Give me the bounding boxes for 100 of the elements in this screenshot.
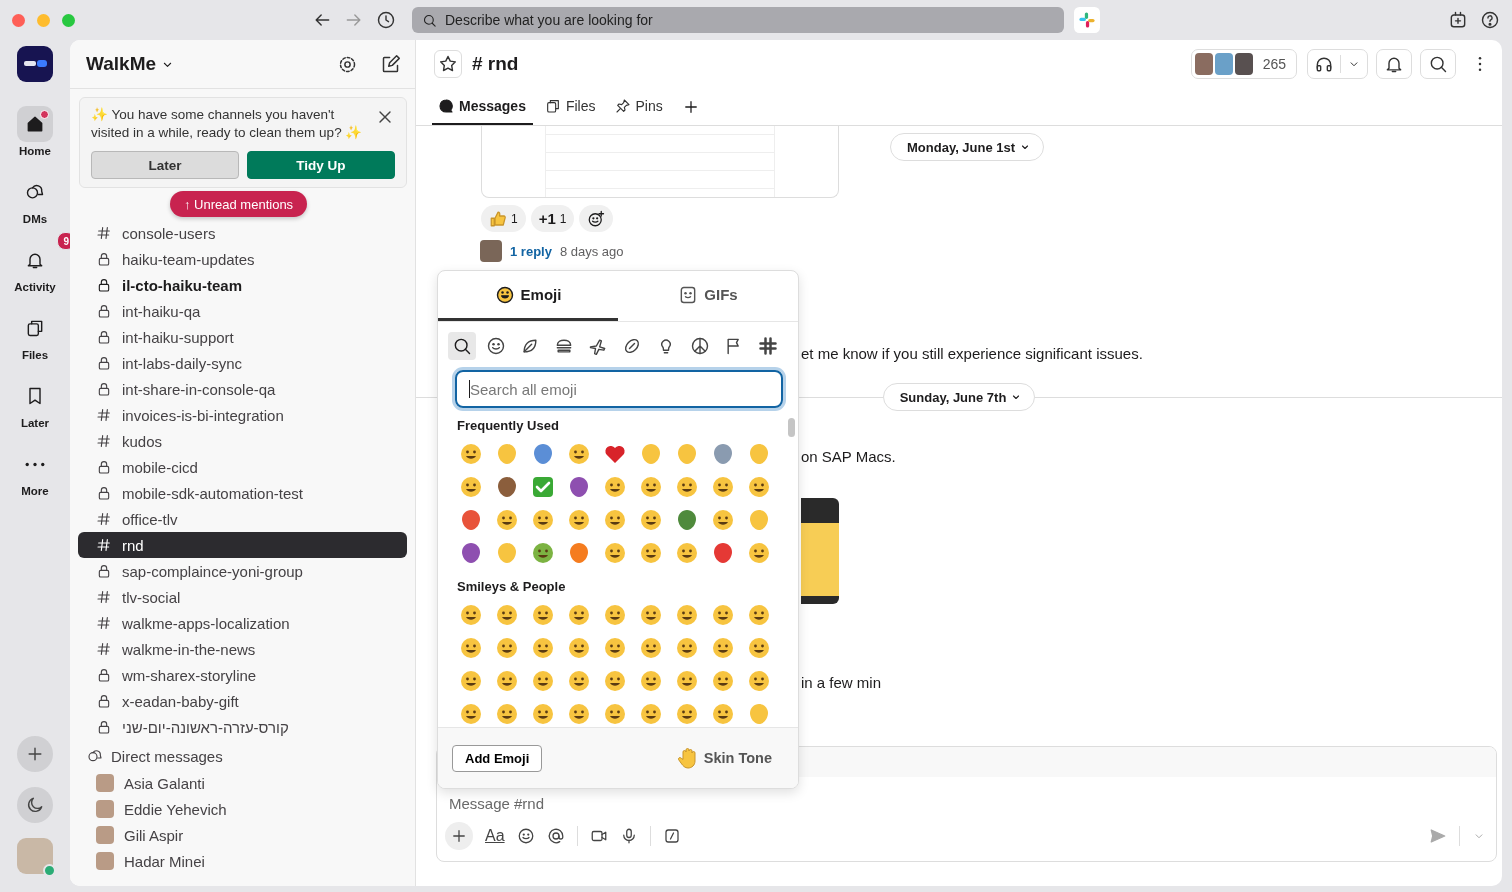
face-emoji-icon[interactable] (603, 669, 627, 693)
emoji-search-field[interactable]: Search all emoji (455, 370, 783, 408)
message-input[interactable]: Message #rnd (437, 777, 1496, 812)
face-emoji-icon[interactable] (747, 603, 771, 627)
formatting-button[interactable]: Aa (485, 827, 505, 845)
face-emoji-icon[interactable] (675, 636, 699, 660)
check-mark-emoji-icon[interactable] (531, 475, 555, 499)
emoji-icon[interactable] (459, 541, 483, 565)
face-emoji-icon[interactable] (639, 636, 663, 660)
channel-item[interactable]: haiku-team-updates (78, 246, 407, 272)
channel-item[interactable]: mobile-sdk-automation-test (78, 480, 407, 506)
channel-item[interactable]: קורס-עזרה-ראשונה-יום-שני (78, 714, 407, 740)
messages-tab[interactable]: Messages (432, 88, 533, 125)
face-emoji-icon[interactable] (567, 442, 591, 466)
face-emoji-icon[interactable] (711, 669, 735, 693)
members-button[interactable]: 265 (1190, 49, 1297, 79)
tidy-up-button[interactable]: Tidy Up (247, 151, 395, 179)
add-emoji-button[interactable]: Add Emoji (452, 744, 543, 772)
star-button[interactable] (434, 50, 462, 78)
help-icon[interactable] (1480, 10, 1500, 30)
dm-item[interactable]: Eddie Yehevich (78, 796, 407, 822)
face-emoji-icon[interactable] (531, 603, 555, 627)
face-emoji-icon[interactable] (675, 475, 699, 499)
add-screen-icon[interactable] (1448, 10, 1468, 30)
face-emoji-icon[interactable] (495, 636, 519, 660)
face-emoji-icon[interactable] (495, 508, 519, 532)
face-emoji-icon[interactable] (567, 669, 591, 693)
date-divider-button[interactable]: Sunday, June 7th (882, 383, 1036, 411)
face-emoji-icon[interactable] (459, 636, 483, 660)
image-attachment-placeholder[interactable] (801, 498, 839, 604)
face-emoji-icon[interactable] (459, 442, 483, 466)
face-emoji-icon[interactable] (567, 702, 591, 726)
face-emoji-icon[interactable] (531, 636, 555, 660)
channel-item[interactable]: int-share-in-console-qa (78, 376, 407, 402)
face-emoji-icon[interactable] (603, 508, 627, 532)
direct-messages-heading[interactable]: Direct messages (78, 742, 407, 770)
face-emoji-icon[interactable] (747, 669, 771, 693)
unread-mentions-button[interactable]: ↑ Unread mentions (170, 191, 308, 217)
face-emoji-icon[interactable] (531, 669, 555, 693)
emoji-icon[interactable] (675, 508, 699, 532)
face-emoji-icon[interactable] (531, 508, 555, 532)
face-emoji-icon[interactable] (639, 669, 663, 693)
compose-icon[interactable] (380, 53, 401, 75)
face-emoji-icon[interactable] (603, 603, 627, 627)
thumbs-up-reaction[interactable]: 1 (481, 205, 526, 232)
gifs-tab[interactable]: GIFs (618, 271, 798, 321)
dm-item[interactable]: Asia Galanti (78, 770, 407, 796)
search-button[interactable] (1420, 49, 1456, 79)
face-emoji-icon[interactable] (711, 603, 735, 627)
add-workspace-button[interactable] (17, 736, 53, 772)
pins-tab[interactable]: Pins (608, 88, 670, 125)
face-emoji-icon[interactable] (747, 541, 771, 565)
face-emoji-icon[interactable] (603, 475, 627, 499)
channel-item[interactable]: invoices-is-bi-integration (78, 402, 407, 428)
face-emoji-icon[interactable] (567, 603, 591, 627)
dm-item[interactable]: Hadar Minei (78, 848, 407, 874)
face-emoji-icon[interactable] (495, 603, 519, 627)
face-emoji-icon[interactable] (711, 475, 735, 499)
channel-title[interactable]: # rnd (472, 53, 519, 75)
face-emoji-icon[interactable] (459, 603, 483, 627)
notifications-button[interactable] (1376, 49, 1412, 79)
skin-tone-button[interactable]: Skin Tone (675, 746, 772, 770)
face-emoji-icon[interactable] (675, 702, 699, 726)
emoji-icon[interactable] (495, 475, 519, 499)
date-divider-button[interactable]: Monday, June 1st (890, 133, 1045, 161)
face-emoji-icon[interactable] (747, 636, 771, 660)
face-emoji-icon[interactable] (639, 475, 663, 499)
channel-item[interactable]: walkme-in-the-news (78, 636, 407, 662)
face-emoji-icon[interactable] (747, 475, 771, 499)
face-emoji-icon[interactable] (495, 702, 519, 726)
face-emoji-icon[interactable] (495, 669, 519, 693)
plus-one-reaction[interactable]: +1 1 (530, 205, 575, 232)
face-emoji-icon[interactable] (639, 508, 663, 532)
emoji-tab[interactable]: Emoji (438, 271, 618, 321)
face-emoji-icon[interactable] (459, 702, 483, 726)
channel-item[interactable]: int-labs-daily-sync (78, 350, 407, 376)
emoji-icon[interactable] (516, 827, 535, 845)
face-emoji-icon[interactable] (711, 636, 735, 660)
channel-item[interactable]: tlv-social (78, 584, 407, 610)
channel-item[interactable]: office-tlv (78, 506, 407, 532)
channel-item[interactable]: rnd (78, 532, 407, 558)
theme-toggle-button[interactable] (17, 787, 53, 823)
emoji-icon[interactable] (567, 475, 591, 499)
face-emoji-icon[interactable] (459, 475, 483, 499)
channel-item[interactable]: sap-complaince-yoni-group (78, 558, 407, 584)
face-emoji-icon[interactable] (675, 603, 699, 627)
history-clock-icon[interactable] (376, 10, 396, 30)
face-emoji-icon[interactable] (603, 636, 627, 660)
add-reaction-button[interactable] (579, 205, 614, 232)
later-button[interactable]: Later (91, 151, 239, 179)
mention-icon[interactable] (546, 827, 565, 845)
channel-item[interactable]: console-users (78, 220, 407, 246)
channel-item[interactable]: wm-sharex-storyline (78, 662, 407, 688)
dm-item[interactable]: Gili Aspir (78, 822, 407, 848)
huddle-button[interactable] (1307, 49, 1368, 79)
search-field[interactable]: Describe what you are looking for (412, 7, 1064, 33)
face-emoji-icon[interactable] (675, 541, 699, 565)
face-emoji-icon[interactable] (567, 508, 591, 532)
channel-item[interactable]: x-eadan-baby-gift (78, 688, 407, 714)
workspace-logo[interactable] (17, 46, 53, 82)
